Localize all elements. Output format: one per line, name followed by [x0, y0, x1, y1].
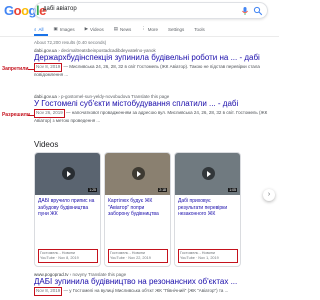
play-icon — [62, 167, 75, 180]
prohibited-label: Запретили — [2, 66, 29, 72]
result-date: Nov 26, 2019 — [34, 109, 65, 118]
tab-videos[interactable]: ▶ Videos — [85, 24, 104, 34]
search-result: dabi.gov.ua › p-gostomel-sun-yeldy-novob… — [34, 94, 274, 124]
video-card[interactable]: 1:25 ДАБІ вручило припис на забудову буд… — [34, 152, 101, 267]
tab-label: Images — [59, 26, 75, 32]
video-meta: Гостомель - Новини YouTube · Nov 1, 2019 — [178, 249, 238, 263]
search-tabs: ⌕ All ▣ Images ▶ Videos ▤ News ⋮ More Setting… — [34, 24, 279, 34]
video-icon: ▶ — [84, 26, 89, 31]
result-title[interactable]: Держархбудінспекція зупинила будівельні … — [34, 53, 274, 63]
chevron-right-icon[interactable]: › — [263, 189, 275, 201]
video-source-date: YouTube · Nov 1, 2019 — [180, 256, 219, 260]
result-date: Nov 8, 2019 — [34, 287, 63, 296]
snippet-text: — Мисливська 24, 26, 28, 32 в світ Госто… — [34, 64, 260, 77]
more-icon: ⋮ — [141, 26, 146, 31]
snippet-text: — напочаткової провадженням за адресою в… — [34, 110, 268, 123]
tab-label: Tools — [194, 26, 205, 32]
video-title[interactable]: Картілюх будує ЖК "Авіатор" попри заборо… — [105, 195, 170, 245]
video-duration: 1:25 — [88, 188, 97, 192]
tab-news[interactable]: ▤ News — [114, 24, 132, 34]
tab-label: More — [147, 26, 159, 32]
annotation-arrow — [28, 115, 34, 116]
videos-heading: Videos — [34, 140, 59, 149]
video-thumbnail[interactable]: 2:18 — [105, 153, 170, 195]
play-icon — [202, 167, 215, 180]
video-duration: 2:18 — [158, 188, 167, 192]
result-date: Nov 8, 2019 — [34, 63, 63, 72]
result-snippet: Nov 26, 2019 — напочаткової провадженням… — [34, 109, 274, 124]
video-title[interactable]: Дабі приховує результати перевірки незак… — [175, 195, 240, 245]
play-icon — [132, 167, 145, 180]
video-thumbnail[interactable]: 1:25 — [35, 153, 100, 195]
video-meta: Гостомель - Новини YouTube · Nov 8, 2019 — [38, 249, 98, 263]
logo-letter: o — [21, 3, 29, 18]
tab-tools[interactable]: Tools — [194, 24, 205, 34]
search-box[interactable]: дабі авіатор — [34, 2, 268, 19]
search-input[interactable]: дабі авіатор — [43, 6, 77, 12]
video-card[interactable]: 2:18 Картілюх будує ЖК "Авіатор" попри з… — [104, 152, 171, 267]
result-snippet: Nov 8, 2019 — у Гостомелі на вулиці Мисл… — [34, 287, 274, 296]
result-title[interactable]: У Гостомелі суб'єкти містобудування спла… — [34, 99, 274, 109]
annotation-arrow — [28, 69, 34, 70]
snippet-text: — у Гостомелі на вулиці Мисливська об'єк… — [63, 288, 229, 293]
video-card[interactable]: 1:05 Дабі приховує результати перевірки … — [174, 152, 241, 267]
tab-more[interactable]: ⋮ More — [141, 24, 158, 34]
image-icon: ▣ — [53, 26, 58, 31]
video-thumbnail[interactable]: 1:05 — [175, 153, 240, 195]
tab-images[interactable]: ▣ Images — [54, 24, 75, 34]
tab-label: Settings — [168, 26, 185, 32]
video-source-date: YouTube · Nov 22, 2019 — [110, 256, 151, 260]
video-meta: Гостомель - Новини YouTube · Nov 22, 201… — [108, 249, 168, 263]
news-icon: ▤ — [113, 26, 118, 31]
tab-label: All — [38, 26, 44, 32]
result-stats: About 72,200 results (0.40 seconds) — [34, 40, 107, 45]
search-icon[interactable] — [253, 6, 263, 16]
tab-settings[interactable]: Settings — [168, 24, 184, 34]
search-result: dabi.gov.ua › decimaltreatsbeinpostadcad… — [34, 48, 274, 78]
logo-letter: o — [13, 3, 22, 18]
result-title[interactable]: ДАБІ зупинила будівництво на резонансних… — [34, 277, 274, 287]
tab-all[interactable]: ⌕ All — [34, 24, 44, 34]
video-duration: 1:05 — [228, 188, 237, 192]
logo-letter: G — [4, 3, 14, 18]
result-snippet: Nov 8, 2019 — Мисливська 24, 26, 28, 32 … — [34, 63, 274, 78]
mic-icon[interactable] — [240, 6, 250, 16]
search-result: www.pogoprad.tv › novyny Translate this … — [34, 272, 274, 296]
tab-label: News — [120, 26, 132, 32]
video-title[interactable]: ДАБІ вручило припис на забудову будівниц… — [35, 195, 100, 245]
allowed-label: Разрешили — [2, 112, 30, 118]
search-icon: ⌕ — [34, 26, 37, 32]
video-source-date: YouTube · Nov 8, 2019 — [40, 256, 79, 260]
header-divider — [0, 36, 279, 37]
top-bar: Google дабі авіатор — [0, 0, 279, 22]
tab-label: Videos — [90, 26, 104, 32]
